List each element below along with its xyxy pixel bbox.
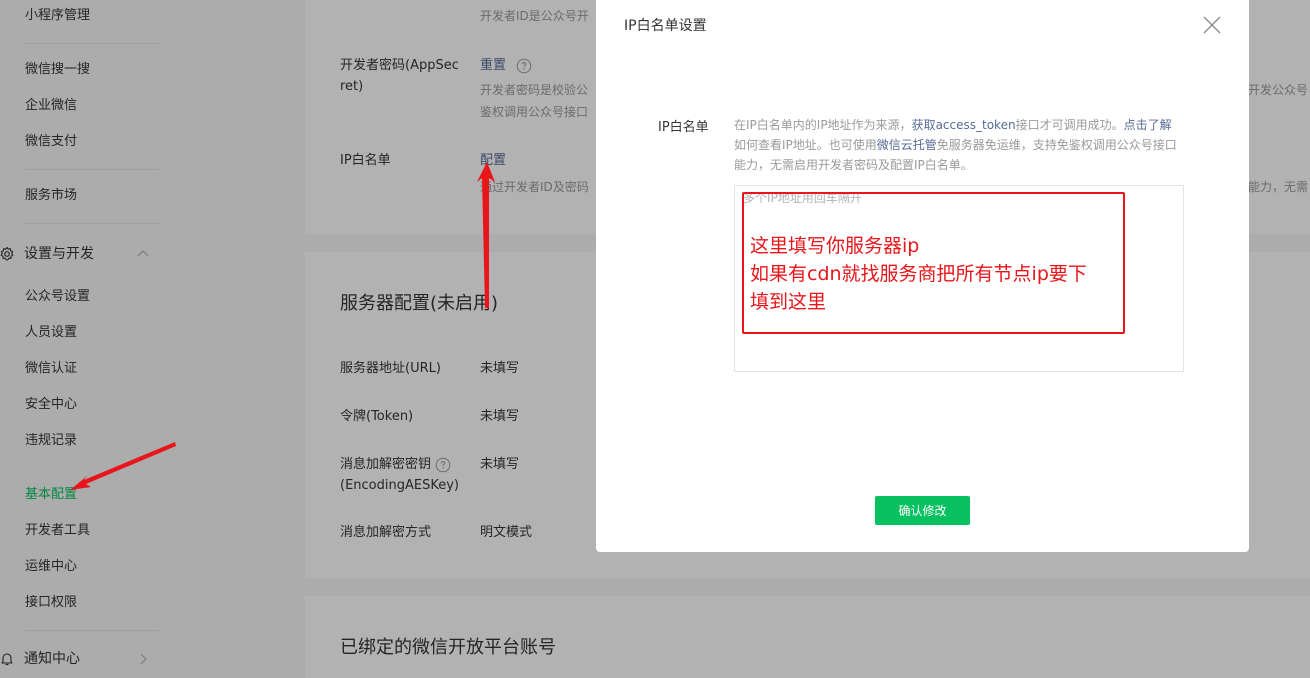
annotation-arrows [70,162,495,490]
arrow-to-basic-config-icon [70,442,176,490]
arrow-to-config-icon [477,162,495,308]
